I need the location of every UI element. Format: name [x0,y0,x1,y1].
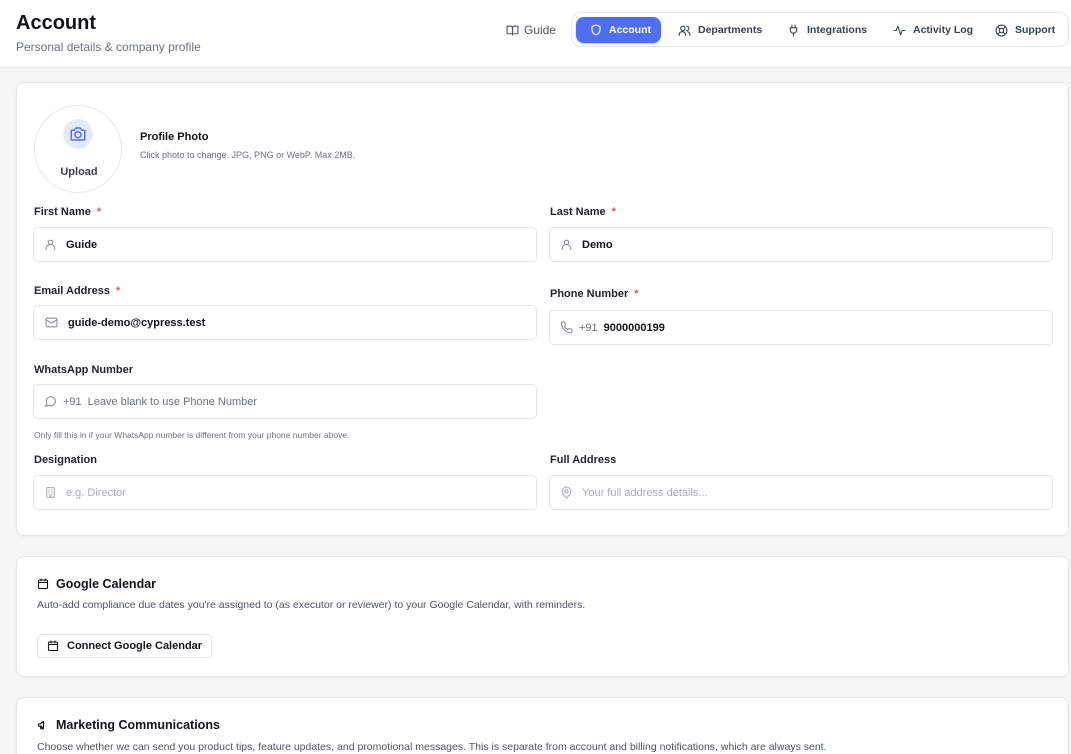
section-title-text: Marketing Communications [56,718,220,732]
phone-field[interactable]: +91 9000000199 [549,310,1053,345]
marketing-card: Marketing Communications Choose whether … [16,697,1069,754]
page-subtitle: Personal details & company profile [16,40,201,54]
address-field[interactable]: Your full address details... [549,475,1053,510]
phone-country-code: +91 [579,321,598,334]
guide-button[interactable]: Guide [500,17,562,43]
map-pin-icon [560,486,573,499]
email-field[interactable]: guide-demo@cypress.test [33,305,537,340]
tab-departments[interactable]: Departments [670,17,770,43]
google-calendar-card: Google Calendar Auto-add compliance due … [16,556,1069,677]
user-icon [44,238,57,251]
user-icon [560,238,573,251]
whatsapp-label: WhatsApp Number [34,364,133,376]
tab-label: Activity Log [913,24,974,36]
profile-photo-hint: Click photo to change. JPG, PNG or WebP.… [140,150,356,160]
label-text: Last Name [550,206,606,218]
google-calendar-title: Google Calendar [37,577,156,591]
whatsapp-placeholder: Leave blank to use Phone Number [87,395,258,408]
tab-activity-log[interactable]: Activity Log [885,17,981,43]
last-name-field[interactable]: Demo [549,227,1053,262]
required-marker: * [96,206,102,218]
email-label: Email Address * [34,285,120,297]
whatsapp-hint: Only fill this in if your WhatsApp numbe… [34,430,350,440]
calendar-icon [47,640,59,652]
page-title: Account [16,12,96,34]
label-text: Phone Number [550,288,629,300]
upload-label: Upload [60,166,98,178]
whatsapp-country-code: +91 [63,395,82,408]
activity-icon [893,24,906,37]
guide-label: Guide [524,23,557,37]
shield-icon [590,24,602,36]
designation-label: Designation [34,454,97,466]
first-name-value: Guide [66,238,98,251]
last-name-label: Last Name * [550,206,616,218]
book-open-icon [506,24,519,37]
connect-google-calendar-button[interactable]: Connect Google Calendar [37,634,212,658]
tab-label: Account [609,24,651,36]
address-placeholder: Your full address details... [582,486,708,499]
tab-integrations[interactable]: Integrations [779,17,875,43]
required-marker: * [611,206,616,218]
profile-card: Upload Profile Photo Click photo to chan… [16,82,1069,536]
tab-label: Departments [698,24,763,36]
mail-icon [44,316,59,329]
section-title-text: Google Calendar [56,577,157,591]
last-name-value: Demo [582,238,613,251]
email-value: guide-demo@cypress.test [68,316,206,329]
camera-icon [63,119,93,149]
phone-label: Phone Number * [550,288,639,300]
google-calendar-description: Auto-add compliance due dates you're ass… [37,599,586,611]
users-icon [678,24,691,37]
tab-account[interactable]: Account [576,17,661,43]
tab-label: Support [1015,24,1056,36]
designation-placeholder: e.g. Director [66,486,126,499]
required-marker: * [116,285,121,297]
tab-label: Integrations [807,24,868,36]
megaphone-icon [37,719,49,731]
label-text: First Name [34,206,91,218]
plug-icon [787,24,800,37]
calendar-icon [37,578,49,590]
designation-field[interactable]: e.g. Director [33,475,537,510]
profile-photo-title: Profile Photo [140,131,209,143]
first-name-field[interactable]: Guide [33,227,537,262]
page-header: Account Personal details & company profi… [0,0,1071,68]
marketing-title: Marketing Communications [37,718,220,732]
tab-support[interactable]: Support [987,17,1063,43]
profile-photo-upload[interactable]: Upload [34,105,122,193]
whatsapp-field[interactable]: +91 Leave blank to use Phone Number [33,384,537,419]
first-name-label: First Name * [34,206,101,218]
lifebuoy-icon [995,24,1008,37]
building-icon [44,486,57,499]
address-label: Full Address [550,454,617,466]
message-circle-icon [44,395,57,408]
phone-icon [560,321,573,334]
settings-nav: Account Departments Integrations Activit… [571,12,1069,47]
label-text: Email Address [34,285,111,297]
phone-value: 9000000199 [603,321,665,334]
required-marker: * [634,288,639,300]
marketing-description: Choose whether we can send you product t… [37,741,827,753]
button-label: Connect Google Calendar [67,640,203,652]
